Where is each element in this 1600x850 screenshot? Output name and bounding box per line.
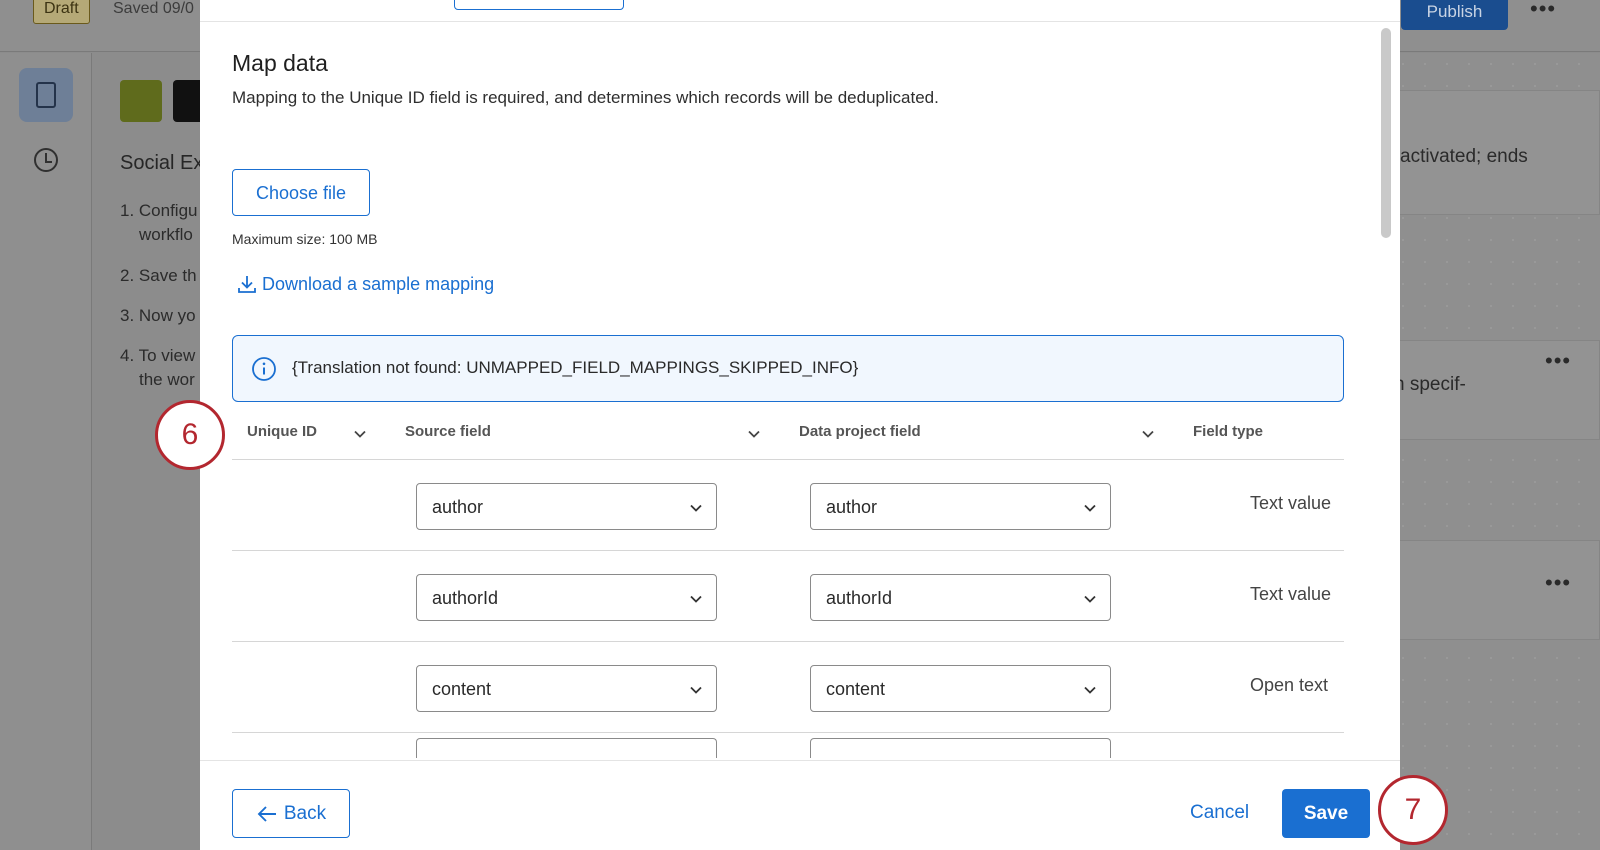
partial-header-button[interactable] — [454, 0, 624, 10]
max-size-note: Maximum size: 100 MB — [232, 231, 378, 247]
saved-status: Saved 09/0 — [113, 0, 194, 17]
chevron-down-icon — [690, 686, 702, 694]
social-task-icon — [173, 80, 203, 122]
more-options-icon[interactable]: ••• — [1545, 348, 1571, 374]
info-banner: {Translation not found: UNMAPPED_FIELD_M… — [232, 335, 1344, 402]
chevron-down-icon[interactable] — [1140, 426, 1156, 442]
panel-title: Social Ex — [120, 152, 204, 174]
info-text: {Translation not found: UNMAPPED_FIELD_M… — [292, 358, 859, 377]
step-1: 1. Configu — [120, 201, 198, 220]
table-row: author author Text value — [232, 460, 1344, 551]
info-icon — [252, 357, 276, 381]
choose-file-button[interactable]: Choose file — [232, 169, 370, 216]
source-field-select[interactable]: author — [416, 483, 717, 530]
chevron-down-icon[interactable] — [746, 426, 762, 442]
history-icon[interactable] — [34, 148, 58, 172]
cancel-button[interactable]: Cancel — [1190, 802, 1249, 824]
draft-badge: Draft — [33, 0, 90, 24]
download-icon — [238, 276, 256, 293]
source-field-value: author — [432, 497, 484, 517]
survey-flow-icon[interactable] — [19, 68, 73, 122]
table-row-partial — [232, 738, 1344, 758]
source-field-select[interactable] — [416, 738, 717, 758]
project-field-value: content — [826, 679, 886, 699]
card-text: n specif- — [1394, 374, 1466, 395]
arrow-left-icon — [257, 805, 276, 822]
more-options-icon[interactable]: ••• — [1545, 570, 1571, 596]
table-row: authorId authorId Text value — [232, 551, 1344, 642]
left-rail — [0, 53, 92, 850]
data-project-field-select[interactable]: author — [810, 483, 1111, 530]
chevron-down-icon — [1084, 595, 1096, 603]
source-field-select[interactable]: authorId — [416, 574, 717, 621]
header-field-type: Field type — [1193, 423, 1264, 440]
header-unique-id: Unique ID — [247, 423, 317, 440]
modal-title: Map data — [232, 50, 328, 76]
modal-scrollbar[interactable] — [1381, 28, 1391, 238]
step-callout-6: 6 — [155, 400, 225, 470]
download-sample-link[interactable]: Download a sample mapping — [236, 273, 494, 295]
project-field-value: author — [826, 497, 878, 517]
step-2: 2. Save th — [120, 266, 197, 285]
data-project-field-select[interactable]: authorId — [810, 574, 1111, 621]
chevron-down-icon — [1084, 686, 1096, 694]
download-link-label: Download a sample mapping — [262, 273, 495, 294]
source-field-select[interactable]: content — [416, 665, 717, 712]
data-project-field-select[interactable]: content — [810, 665, 1111, 712]
modal-footer: Back Cancel Save — [200, 760, 1400, 850]
field-type: Text value — [1250, 493, 1332, 513]
save-button[interactable]: Save — [1282, 789, 1370, 838]
chevron-down-icon[interactable] — [352, 426, 368, 442]
map-data-modal: Map data Mapping to the Unique ID field … — [200, 0, 1400, 850]
field-type: Text value — [1250, 584, 1332, 604]
project-field-value: authorId — [826, 588, 893, 608]
modal-description: Mapping to the Unique ID field is requir… — [232, 88, 939, 107]
chevron-down-icon — [1084, 504, 1096, 512]
back-label: Back — [283, 802, 327, 824]
field-type: Open text — [1250, 675, 1329, 695]
card-text: activated; ends — [1400, 146, 1528, 167]
step-1-cont: workflo — [139, 225, 193, 244]
mapping-table-header: Unique ID Source field Data project fiel… — [232, 408, 1344, 460]
chevron-down-icon — [690, 504, 702, 512]
step-callout-7: 7 — [1378, 775, 1448, 845]
header-data-project-field: Data project field — [799, 423, 921, 440]
back-button[interactable]: Back — [232, 789, 350, 838]
modal-header-strip — [200, 0, 1400, 22]
table-row: content content Open text — [232, 642, 1344, 733]
step-4: 4. To view — [120, 346, 196, 365]
step-4-cont: the wor — [139, 370, 195, 389]
source-field-value: authorId — [432, 588, 499, 608]
chevron-down-icon — [690, 595, 702, 603]
header-source-field: Source field — [405, 423, 491, 440]
step-3: 3. Now yo — [120, 306, 196, 325]
source-field-value: content — [432, 679, 492, 699]
publish-button[interactable]: Publish — [1401, 0, 1508, 30]
schedule-task-icon — [120, 80, 162, 122]
data-project-field-select[interactable] — [810, 738, 1111, 758]
more-options-icon[interactable]: ••• — [1530, 0, 1556, 22]
